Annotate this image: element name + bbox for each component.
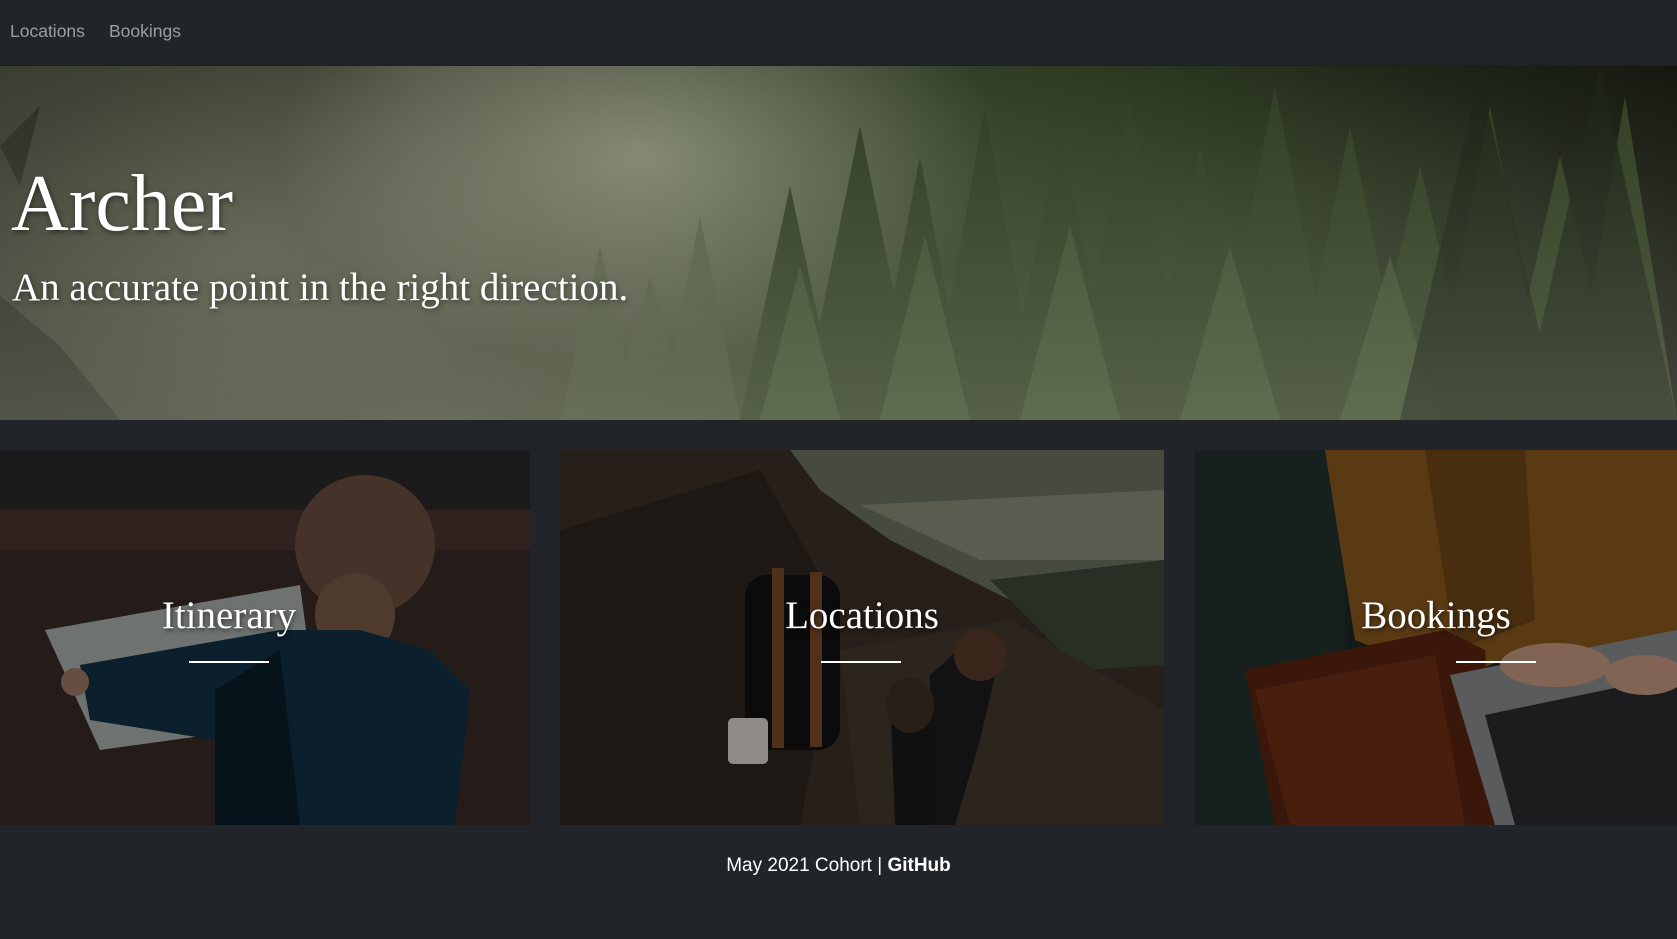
footer: May 2021 Cohort | GitHub	[0, 855, 1677, 877]
card-itinerary[interactable]: Itinerary	[0, 450, 530, 825]
hero-forest-image	[0, 66, 1677, 420]
card-title-bookings: Bookings	[1361, 594, 1511, 637]
card-overlay	[0, 450, 530, 825]
card-title-itinerary: Itinerary	[161, 594, 297, 637]
nav-link-bookings[interactable]: Bookings	[109, 21, 181, 42]
card-overlay	[1195, 450, 1677, 825]
card-title-locations: Locations	[785, 594, 939, 637]
hero-subtitle: An accurate point in the right direction…	[12, 266, 629, 309]
hero-title: Archer	[11, 160, 234, 248]
card-underline	[189, 661, 269, 663]
card-bookings[interactable]: Bookings	[1195, 450, 1677, 825]
card-overlay	[560, 450, 1164, 825]
github-link[interactable]: GitHub	[887, 855, 950, 876]
navbar: Locations Bookings	[0, 0, 1677, 66]
nav-link-locations[interactable]: Locations	[10, 21, 85, 42]
card-underline	[1456, 661, 1536, 663]
card-underline	[821, 661, 901, 663]
hero-banner: Archer An accurate point in the right di…	[0, 66, 1677, 420]
card-locations[interactable]: Locations	[560, 450, 1164, 825]
footer-text: May 2021 Cohort |	[726, 855, 888, 876]
